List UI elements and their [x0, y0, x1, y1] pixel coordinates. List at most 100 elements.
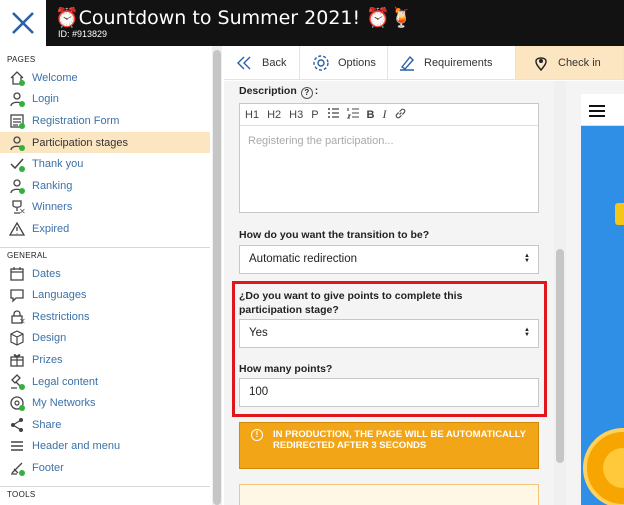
section-label-general: GENERAL [7, 250, 48, 260]
gear-icon [313, 54, 329, 71]
h3-button[interactable]: H3 [289, 109, 303, 121]
form-icon [9, 113, 29, 129]
options-tab[interactable]: Options [300, 46, 388, 79]
cube-icon [9, 330, 29, 346]
italic-button[interactable]: I [382, 107, 386, 122]
check-in-label: Check in [558, 56, 601, 69]
sidebar-item-label: My Networks [32, 397, 96, 410]
requirements-tab[interactable]: Requirements [388, 46, 516, 79]
sidebar-item-winners[interactable]: ✕ Winners [0, 197, 210, 219]
lock-icon: ✕ [9, 309, 29, 325]
h1-button[interactable]: H1 [245, 109, 259, 121]
divider [0, 479, 210, 487]
sidebar-item-ranking[interactable]: Ranking [0, 175, 210, 197]
trophy-icon: ✕ [9, 199, 29, 216]
sidebar-item-restrictions[interactable]: ✕ Restrictions [0, 306, 210, 328]
select-arrows-icon: ▲ ▼ [524, 327, 530, 338]
mobile-preview [566, 81, 624, 505]
points-answer: Yes [249, 327, 268, 339]
sidebar-item-prizes[interactable]: Prizes [0, 349, 210, 371]
close-icon [12, 12, 34, 34]
section-label-tools: TOOLS [7, 489, 36, 499]
back-tab[interactable]: Back [224, 46, 300, 79]
pen-icon [400, 55, 414, 71]
section-label-pages: PAGES [7, 55, 36, 64]
app-title: ⏰Countdown to Summer 2021! ⏰🍹 [55, 7, 414, 29]
info-box [239, 484, 539, 505]
sidebar-item-label: Footer [32, 461, 64, 474]
sidebar-item-login[interactable]: Login [0, 89, 210, 111]
preview-badge [615, 203, 624, 225]
close-button[interactable] [0, 0, 46, 46]
numbered-list-icon[interactable] [346, 107, 359, 122]
link-icon[interactable] [394, 107, 407, 123]
sidebar-item-label: Prizes [32, 353, 63, 366]
sidebar-item-design[interactable]: Design [0, 328, 210, 350]
requirements-label: Requirements [424, 56, 493, 69]
sidebar-item-label: Restrictions [32, 310, 90, 323]
transition-select[interactable]: Automatic redirection ▲ ▼ [239, 245, 539, 274]
sidebar-item-my-networks[interactable]: My Networks [0, 392, 210, 414]
chat-icon [9, 287, 29, 303]
sidebar-item-label: Participation stages [32, 136, 128, 149]
form-scrollbar[interactable] [554, 81, 566, 505]
sidebar-item-label: Welcome [32, 71, 78, 84]
points-select[interactable]: Yes ▲ ▼ [239, 319, 539, 348]
sidebar-item-participation-stages[interactable]: Participation stages [0, 131, 210, 154]
sidebar-item-share[interactable]: Share [0, 414, 210, 436]
paragraph-button[interactable]: P [311, 109, 318, 121]
phone-screen [581, 94, 624, 505]
description-editor[interactable]: H1 H2 H3 P B I Registering the participa… [239, 103, 539, 213]
sidebar-item-languages[interactable]: Languages [0, 284, 210, 306]
sidebar-item-expired[interactable]: Expired [0, 218, 210, 240]
scrollbar-thumb[interactable] [213, 50, 221, 505]
sidebar-item-welcome[interactable]: Welcome [0, 67, 210, 89]
user-icon [9, 178, 29, 194]
sidebar-scrollbar[interactable] [212, 46, 222, 505]
top-bar: ⏰Countdown to Summer 2021! ⏰🍹 ID: #91382… [0, 0, 624, 46]
hamburger-menu-icon[interactable] [589, 105, 605, 117]
sidebar-item-label: Share [32, 418, 62, 431]
sidebar-item-label: Languages [32, 289, 87, 302]
app-id: ID: #913829 [58, 29, 108, 39]
stage-settings-form: Description?: H1 H2 H3 P B I Registering… [224, 81, 554, 505]
gavel-icon [9, 373, 29, 390]
user-icon [9, 135, 29, 151]
network-icon [9, 395, 29, 412]
h2-button[interactable]: H2 [267, 109, 281, 121]
menu-icon [9, 438, 29, 454]
sidebar-item-dates[interactable]: Dates [0, 263, 210, 285]
help-icon[interactable]: ? [300, 87, 313, 99]
divider [0, 240, 210, 248]
sidebar-item-label: Dates [32, 267, 61, 280]
sidebar-item-header-and-menu[interactable]: Header and menu [0, 436, 210, 458]
scrollbar-thumb[interactable] [556, 249, 564, 463]
transition-value: Automatic redirection [249, 253, 358, 265]
points-count-input[interactable]: 100 [239, 378, 539, 407]
sidebar-item-registration-form[interactable]: Registration Form [0, 110, 210, 132]
sidebar-item-label: Design [32, 332, 67, 345]
phone-header [581, 94, 624, 126]
sidebar-item-footer[interactable]: Footer [0, 457, 210, 479]
share-icon [9, 417, 29, 433]
select-arrows-icon: ▲ ▼ [524, 253, 530, 264]
check-in-tab[interactable]: Check in [516, 46, 624, 79]
bold-button[interactable]: B [367, 109, 375, 121]
footer-icon [9, 460, 29, 476]
orange-slice-image [583, 428, 624, 505]
sidebar-item-label: Expired [32, 222, 70, 235]
bullet-list-icon[interactable] [327, 107, 339, 122]
description-placeholder: Registering the participation... [248, 135, 394, 147]
sidebar-item-label: Login [32, 93, 59, 106]
sidebar-item-legal-content[interactable]: Legal content [0, 371, 210, 393]
sidebar-item-label: Legal content [32, 375, 99, 388]
sidebar-item-label: Winners [32, 201, 73, 214]
points-count-label: How many points? [239, 363, 333, 375]
double-chevron-left-icon [237, 56, 251, 69]
sidebar-item-thank-you[interactable]: Thank you [0, 153, 210, 175]
transition-label: How do you want the transition to be? [239, 229, 430, 241]
back-label: Back [262, 56, 287, 69]
calendar-icon [9, 266, 29, 282]
gift-icon [9, 352, 29, 368]
user-icon [9, 91, 29, 108]
